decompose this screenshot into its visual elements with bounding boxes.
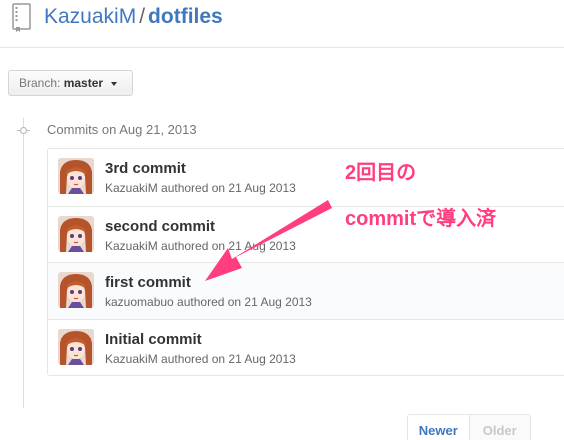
avatar[interactable] [58,158,94,194]
repo-title: KazuakiM / dotfiles [44,4,223,30]
commits-date-heading: Commits on Aug 21, 2013 [47,122,197,137]
commit-list: 3rd commit KazuakiM authored on 21 Aug 2… [47,148,564,376]
path-separator: / [139,5,146,28]
avatar[interactable] [58,328,94,365]
annotation-text-line2: commitで導入済 [345,208,497,230]
commit-title[interactable]: 3rd commit [105,160,186,177]
commit-row[interactable]: 3rd commit KazuakiM authored on 21 Aug 2… [48,149,564,206]
commit-title[interactable]: second commit [105,218,215,235]
commit-meta: KazuakiM authored on 21 Aug 2013 [105,351,296,366]
commit-meta: kazuomabuo authored on 21 Aug 2013 [105,295,312,309]
repo-icon [12,3,31,32]
older-button: Older [469,415,530,440]
avatar[interactable] [58,215,94,252]
owner-link[interactable]: KazuakiM [44,5,136,28]
commit-node-icon [17,126,30,135]
commit-row[interactable]: first commit kazuomabuo authored on 21 A… [48,262,564,319]
commit-meta: KazuakiM authored on 21 Aug 2013 [105,238,296,253]
timeline-line [23,118,24,408]
branch-select-button[interactable]: Branch: master [8,70,133,96]
branch-label: Branch: [19,76,61,90]
pagination: Newer Older [407,414,531,440]
commit-title[interactable]: Initial commit [105,331,202,348]
annotation-text-line1: 2回目の [345,162,417,184]
commit-row[interactable]: Initial commit KazuakiM authored on 21 A… [48,318,564,375]
repo-link[interactable]: dotfiles [148,5,223,28]
repo-header: KazuakiM / dotfiles [0,0,564,48]
avatar[interactable] [58,272,94,308]
branch-value: master [63,76,104,90]
commit-title[interactable]: first commit [105,274,191,291]
commit-meta: KazuakiM authored on 21 Aug 2013 [105,181,296,195]
newer-button[interactable]: Newer [408,415,470,440]
chevron-down-icon [111,81,118,86]
